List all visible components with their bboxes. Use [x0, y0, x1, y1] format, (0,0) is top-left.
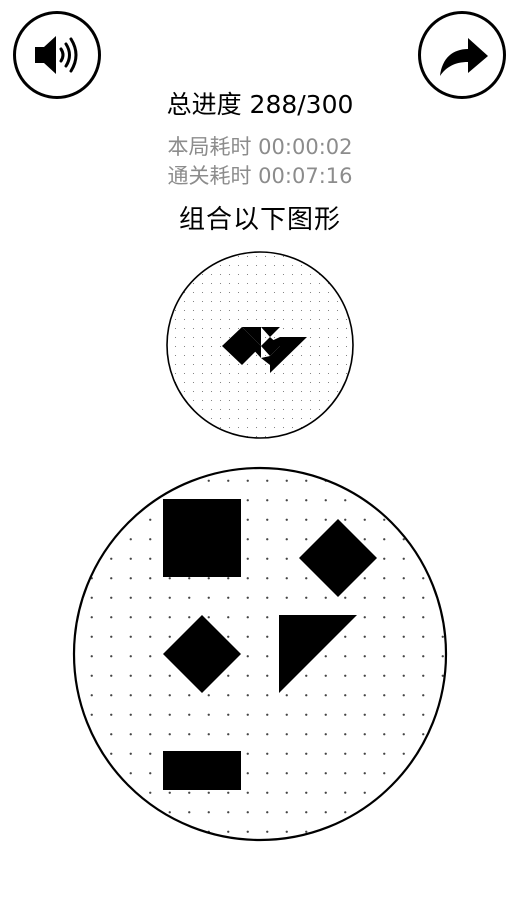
target-board: [166, 251, 354, 439]
game-boards: [72, 251, 448, 842]
rectangle-piece[interactable]: [163, 751, 241, 790]
piece-board: [72, 466, 448, 842]
square-piece[interactable]: [163, 499, 241, 577]
